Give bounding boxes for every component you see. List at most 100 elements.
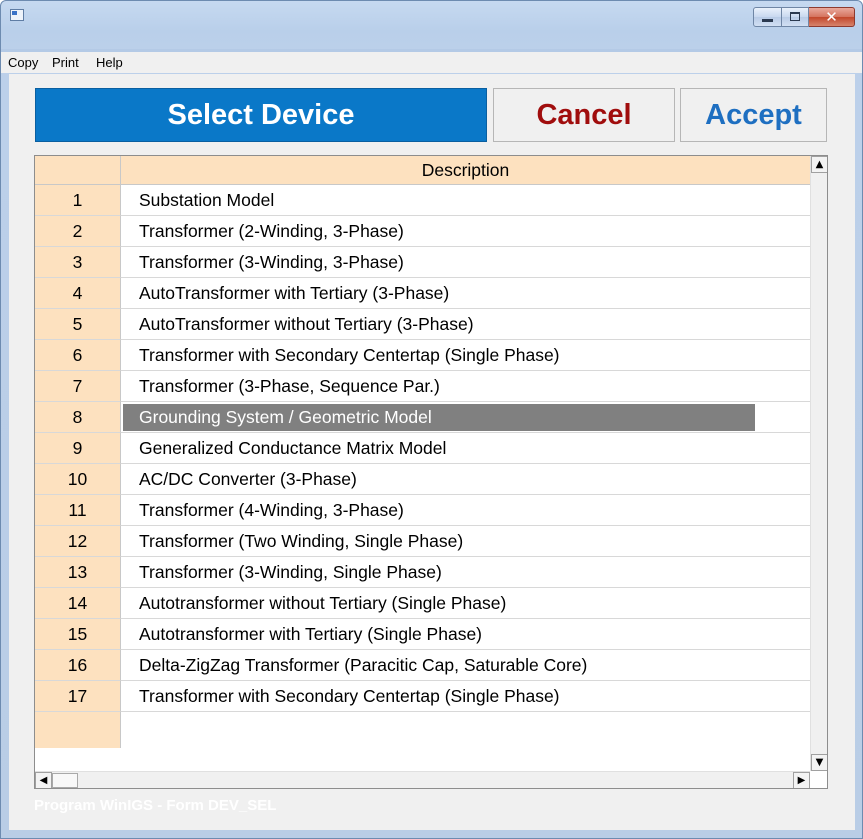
row-description: Transformer (3-Winding, 3-Phase) [139,252,404,272]
row-description: Generalized Conductance Matrix Model [139,438,447,458]
menu-help[interactable]: Help [96,55,123,70]
title-bar[interactable]: ✕ [1,1,862,31]
table-row[interactable]: 10 AC/DC Converter (3-Phase) [35,464,810,495]
row-number[interactable]: 14 [35,588,121,619]
row-description: Delta-ZigZag Transformer (Paracitic Cap,… [139,655,588,675]
row-description-cell[interactable]: Transformer (4-Winding, 3-Phase) [121,495,810,526]
row-description-cell[interactable]: Transformer with Secondary Centertap (Si… [121,681,810,712]
row-description: AC/DC Converter (3-Phase) [139,469,357,489]
menu-copy[interactable]: Copy [8,55,38,70]
row-number[interactable]: 7 [35,371,121,402]
select-device-button[interactable]: Select Device [35,88,487,142]
client-area: Select Device Cancel Accept Description … [9,74,855,830]
row-description-cell[interactable]: Transformer with Secondary Centertap (Si… [121,340,810,371]
row-number[interactable]: 15 [35,619,121,650]
row-number[interactable]: 8 [35,402,121,433]
menu-print[interactable]: Print [52,55,79,70]
row-description: Autotransformer without Tertiary (Single… [139,593,507,613]
table-row[interactable]: 5 AutoTransformer without Tertiary (3-Pha… [35,309,810,340]
row-number[interactable]: 12 [35,526,121,557]
table-row[interactable]: 13 Transformer (3-Winding, Single Phase) [35,557,810,588]
table-row[interactable]: 8 Grounding System / Geometric Model [35,402,810,433]
row-description-cell[interactable]: AutoTransformer with Tertiary (3-Phase) [121,278,810,309]
row-description: Transformer with Secondary Centertap (Si… [139,686,560,706]
close-icon: ✕ [825,8,838,26]
grid-header-corner [35,156,121,185]
scroll-up-button[interactable]: ▲ [811,156,827,173]
row-number[interactable]: 13 [35,557,121,588]
table-row[interactable]: 12 Transformer (Two Winding, Single Phase… [35,526,810,557]
maximize-icon [790,12,800,21]
vertical-scrollbar[interactable]: ▲ ▼ [810,156,827,771]
table-row[interactable]: 7 Transformer (3-Phase, Sequence Par.) [35,371,810,402]
row-number[interactable]: 9 [35,433,121,464]
scroll-right-button[interactable]: ▶ [793,772,810,788]
row-description: Transformer (2-Winding, 3-Phase) [139,221,404,241]
row-description: Substation Model [139,190,275,210]
grid-content: Description 1 Substation Model 2 Transforme… [35,156,810,771]
row-number[interactable]: 1 [35,185,121,216]
table-row[interactable]: 11 Transformer (4-Winding, 3-Phase) [35,495,810,526]
scrollbar-corner [810,771,827,788]
row-description-cell[interactable]: Generalized Conductance Matrix Model [121,433,810,464]
row-description-cell[interactable]: Transformer (3-Winding, Single Phase) [121,557,810,588]
table-row[interactable]: 6 Transformer with Secondary Centertap (S… [35,340,810,371]
table-row[interactable]: 4 AutoTransformer with Tertiary (3-Phase) [35,278,810,309]
horizontal-scroll-thumb[interactable] [52,773,78,788]
row-description-cell[interactable]: Transformer (2-Winding, 3-Phase) [121,216,810,247]
row-description: Transformer (3-Winding, Single Phase) [139,562,442,582]
table-row[interactable]: 3 Transformer (3-Winding, 3-Phase) [35,247,810,278]
row-description-cell[interactable]: Delta-ZigZag Transformer (Paracitic Cap,… [121,650,810,681]
row-description-cell[interactable]: AC/DC Converter (3-Phase) [121,464,810,495]
row-description-cell[interactable]: Autotransformer with Tertiary (Single Ph… [121,619,810,650]
table-row[interactable]: 1 Substation Model [35,185,810,216]
row-description-cell[interactable]: AutoTransformer without Tertiary (3-Phas… [121,309,810,340]
row-description: Transformer (4-Winding, 3-Phase) [139,500,404,520]
empty-row [35,712,810,748]
row-description-cell[interactable]: Transformer (Two Winding, Single Phase) [121,526,810,557]
row-description: Transformer (Two Winding, Single Phase) [139,531,464,551]
row-number[interactable]: 2 [35,216,121,247]
row-number[interactable]: 4 [35,278,121,309]
status-text: Program WinIGS - Form DEV_SEL [34,797,277,814]
row-number[interactable]: 5 [35,309,121,340]
cancel-button[interactable]: Cancel [493,88,675,142]
row-number[interactable]: 6 [35,340,121,371]
accept-button[interactable]: Accept [680,88,827,142]
row-number[interactable]: 10 [35,464,121,495]
scroll-left-button[interactable]: ◀ [35,772,52,788]
menu-bar: Copy Print Help [1,49,862,73]
app-window-icon[interactable] [10,9,24,21]
table-row[interactable]: 2 Transformer (2-Winding, 3-Phase) [35,216,810,247]
row-description-cell[interactable]: Autotransformer without Tertiary (Single… [121,588,810,619]
table-row[interactable]: 9 Generalized Conductance Matrix Model [35,433,810,464]
close-button[interactable]: ✕ [809,7,855,27]
select-device-window: ✕ Copy Print Help Select Device Cancel A… [0,0,863,839]
row-description-cell[interactable]: Substation Model [121,185,810,216]
column-header-description[interactable]: Description [121,156,810,185]
arrow-up-icon: ▲ [815,159,824,170]
row-description: AutoTransformer with Tertiary (3-Phase) [139,283,450,303]
minimize-button[interactable] [753,7,782,27]
table-row[interactable]: 14 Autotransformer without Tertiary (Sing… [35,588,810,619]
row-description: Grounding System / Geometric Model [139,407,432,427]
row-description-cell[interactable]: Transformer (3-Winding, 3-Phase) [121,247,810,278]
scroll-down-button[interactable]: ▼ [811,754,827,771]
grid-rows: 1 Substation Model 2 Transformer (2-Winding… [35,185,810,748]
row-number[interactable]: 3 [35,247,121,278]
device-grid[interactable]: Description 1 Substation Model 2 Transforme… [34,155,828,789]
table-row[interactable]: 15 Autotransformer with Tertiary (Single … [35,619,810,650]
row-number [35,712,121,748]
table-row[interactable]: 16 Delta-ZigZag Transformer (Paracitic Ca… [35,650,810,681]
horizontal-scrollbar[interactable]: ◀ ▶ [35,771,810,788]
row-description-cell[interactable]: Transformer (3-Phase, Sequence Par.) [121,371,810,402]
row-description: AutoTransformer without Tertiary (3-Phas… [139,314,474,334]
arrow-left-icon: ◀ [39,775,48,786]
row-description: Autotransformer with Tertiary (Single Ph… [139,624,483,644]
row-number[interactable]: 16 [35,650,121,681]
row-description-cell[interactable]: Grounding System / Geometric Model [121,402,810,433]
row-number[interactable]: 11 [35,495,121,526]
maximize-button[interactable] [782,7,809,27]
table-row[interactable]: 17 Transformer with Secondary Centertap (… [35,681,810,712]
row-number[interactable]: 17 [35,681,121,712]
